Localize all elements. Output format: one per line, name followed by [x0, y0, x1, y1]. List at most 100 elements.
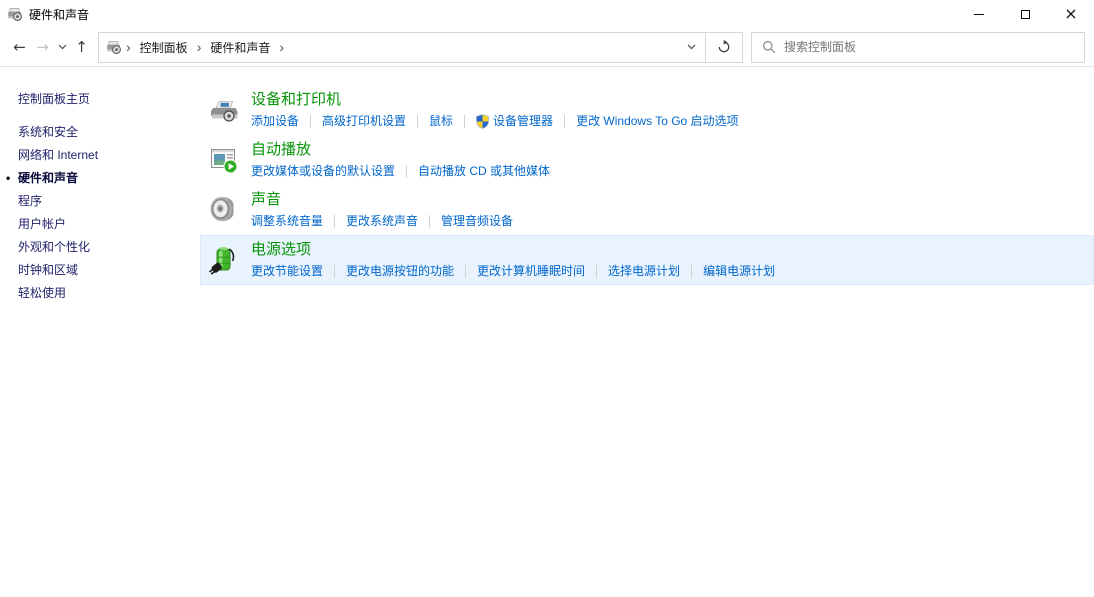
sidebar-nav: 控制面板主页 系统和安全网络和 Internet • 硬件和声音程序用户帐户外观和个… [0, 67, 200, 597]
link-separator [691, 265, 692, 278]
task-link[interactable]: 更改 Windows To Go 启动选项 [576, 113, 738, 129]
task-link[interactable]: 调整系统音量 [251, 213, 323, 229]
link-separator [406, 165, 407, 178]
window-controls: × [956, 0, 1094, 28]
task-link[interactable]: 更改媒体或设备的默认设置 [251, 163, 395, 179]
search-box [751, 32, 1085, 63]
sidebar-item-active[interactable]: • 硬件和声音 [0, 167, 200, 190]
sidebar-item[interactable]: 用户帐户 [0, 213, 200, 236]
navigation-bar: ← → ↑ › 控制面板 › 硬件和声音 › [0, 28, 1094, 67]
hardware-sound-icon [7, 6, 23, 22]
sidebar-item-label: 系统和安全 [18, 125, 78, 139]
task-link-label: 添加设备 [251, 113, 299, 129]
sidebar-item[interactable]: 系统和安全 [0, 121, 200, 144]
link-separator [465, 265, 466, 278]
hardware-sound-icon [106, 39, 122, 55]
section-sound: 声音调整系统音量 更改系统声音 管理音频设备 [200, 185, 1094, 235]
minimize-button[interactable] [956, 0, 1002, 28]
breadcrumb-hardware-sound[interactable]: 硬件和声音 [205, 39, 275, 56]
titlebar: 硬件和声音 × [0, 0, 1094, 28]
refresh-icon [717, 40, 731, 54]
power-icon [208, 244, 240, 276]
task-links: 更改媒体或设备的默认设置 自动播放 CD 或其他媒体 [251, 163, 550, 179]
uac-shield-icon [476, 114, 489, 129]
maximize-icon [1021, 10, 1030, 19]
address-bar[interactable]: › 控制面板 › 硬件和声音 › [98, 32, 706, 63]
task-link[interactable]: 鼠标 [429, 113, 453, 129]
chevron-right-icon: › [275, 40, 288, 54]
link-separator [334, 215, 335, 228]
task-link[interactable]: 选择电源计划 [608, 263, 680, 279]
task-link[interactable]: 编辑电源计划 [703, 263, 775, 279]
sidebar-item[interactable]: 时钟和区域 [0, 259, 200, 282]
task-link[interactable]: 自动播放 CD 或其他媒体 [418, 163, 550, 179]
link-separator [429, 215, 430, 228]
link-separator [417, 115, 418, 128]
printer-icon [208, 94, 240, 126]
link-separator [334, 265, 335, 278]
task-link-label: 更改电源按钮的功能 [346, 263, 454, 279]
task-link[interactable]: 管理音频设备 [441, 213, 513, 229]
task-link[interactable]: 设备管理器 [476, 113, 553, 129]
link-separator [310, 115, 311, 128]
sidebar-item-label: 程序 [18, 194, 42, 208]
task-link[interactable]: 更改节能设置 [251, 263, 323, 279]
up-button[interactable]: ↑ [70, 34, 93, 60]
section-title-link[interactable]: 声音 [251, 191, 281, 209]
section-body: 声音调整系统音量 更改系统声音 管理音频设备 [251, 191, 513, 229]
search-input[interactable] [784, 40, 1084, 54]
chevron-right-icon: › [193, 40, 206, 54]
task-links: 更改节能设置 更改电源按钮的功能 更改计算机睡眠时间 选择电源计划 编辑电源计划 [251, 263, 775, 279]
section-body: 电源选项更改节能设置 更改电源按钮的功能 更改计算机睡眠时间 选择电源计划 编辑电源计划 [251, 241, 775, 279]
sidebar-item-label: 硬件和声音 [18, 171, 78, 185]
link-separator [596, 265, 597, 278]
task-link[interactable]: 更改电源按钮的功能 [346, 263, 454, 279]
back-button[interactable]: ← [8, 34, 31, 60]
task-link-label: 管理音频设备 [441, 213, 513, 229]
task-link[interactable]: 添加设备 [251, 113, 299, 129]
sidebar-item[interactable]: 轻松使用 [0, 282, 200, 305]
sidebar-item-label: 网络和 Internet [18, 148, 98, 162]
recent-pages-dropdown[interactable] [54, 34, 70, 60]
task-link-label: 调整系统音量 [251, 213, 323, 229]
section-devices-and-printers: 设备和打印机添加设备 高级打印机设置 鼠标 设备管理器 更改 Windows To Go… [200, 85, 1094, 135]
task-link-label: 更改计算机睡眠时间 [477, 263, 585, 279]
task-links: 添加设备 高级打印机设置 鼠标 设备管理器 更改 Windows To Go 启动选项 [251, 113, 739, 129]
section-title-link[interactable]: 自动播放 [251, 141, 311, 159]
task-link[interactable]: 更改计算机睡眠时间 [477, 263, 585, 279]
close-button[interactable]: × [1048, 0, 1094, 28]
section-title-link[interactable]: 设备和打印机 [251, 91, 341, 109]
task-link-label: 自动播放 CD 或其他媒体 [418, 163, 550, 179]
sidebar-item[interactable]: 程序 [0, 190, 200, 213]
task-link-label: 选择电源计划 [608, 263, 680, 279]
task-link-label: 更改系统声音 [346, 213, 418, 229]
speaker-icon [208, 194, 240, 226]
section-power-options: 电源选项更改节能设置 更改电源按钮的功能 更改计算机睡眠时间 选择电源计划 编辑电源计划 [200, 235, 1094, 285]
minimize-icon [974, 14, 984, 15]
sidebar-item-label: 时钟和区域 [18, 263, 78, 277]
sidebar-item-label: 轻松使用 [18, 286, 66, 300]
address-dropdown-button[interactable] [678, 33, 705, 62]
maximize-button[interactable] [1002, 0, 1048, 28]
forward-button[interactable]: → [31, 34, 54, 60]
section-title-link[interactable]: 电源选项 [251, 241, 311, 259]
autoplay-icon [208, 144, 240, 176]
sidebar-item[interactable]: 外观和个性化 [0, 236, 200, 259]
task-link-label: 更改媒体或设备的默认设置 [251, 163, 395, 179]
sidebar-item-home[interactable]: 控制面板主页 [0, 88, 200, 111]
refresh-button[interactable] [705, 32, 743, 63]
task-links: 调整系统音量 更改系统声音 管理音频设备 [251, 213, 513, 229]
task-link[interactable]: 更改系统声音 [346, 213, 418, 229]
section-body: 自动播放更改媒体或设备的默认设置 自动播放 CD 或其他媒体 [251, 141, 550, 179]
active-bullet-icon: • [6, 167, 10, 190]
task-link[interactable]: 高级打印机设置 [322, 113, 406, 129]
chevron-down-icon [687, 44, 696, 50]
link-separator [564, 115, 565, 128]
search-icon [762, 40, 776, 54]
sidebar-item[interactable]: 网络和 Internet [0, 144, 200, 167]
task-link-label: 高级打印机设置 [322, 113, 406, 129]
breadcrumb-control-panel[interactable]: 控制面板 [135, 39, 193, 56]
task-link-label: 更改节能设置 [251, 263, 323, 279]
link-separator [464, 115, 465, 128]
sidebar-item-label: 用户帐户 [18, 217, 66, 231]
